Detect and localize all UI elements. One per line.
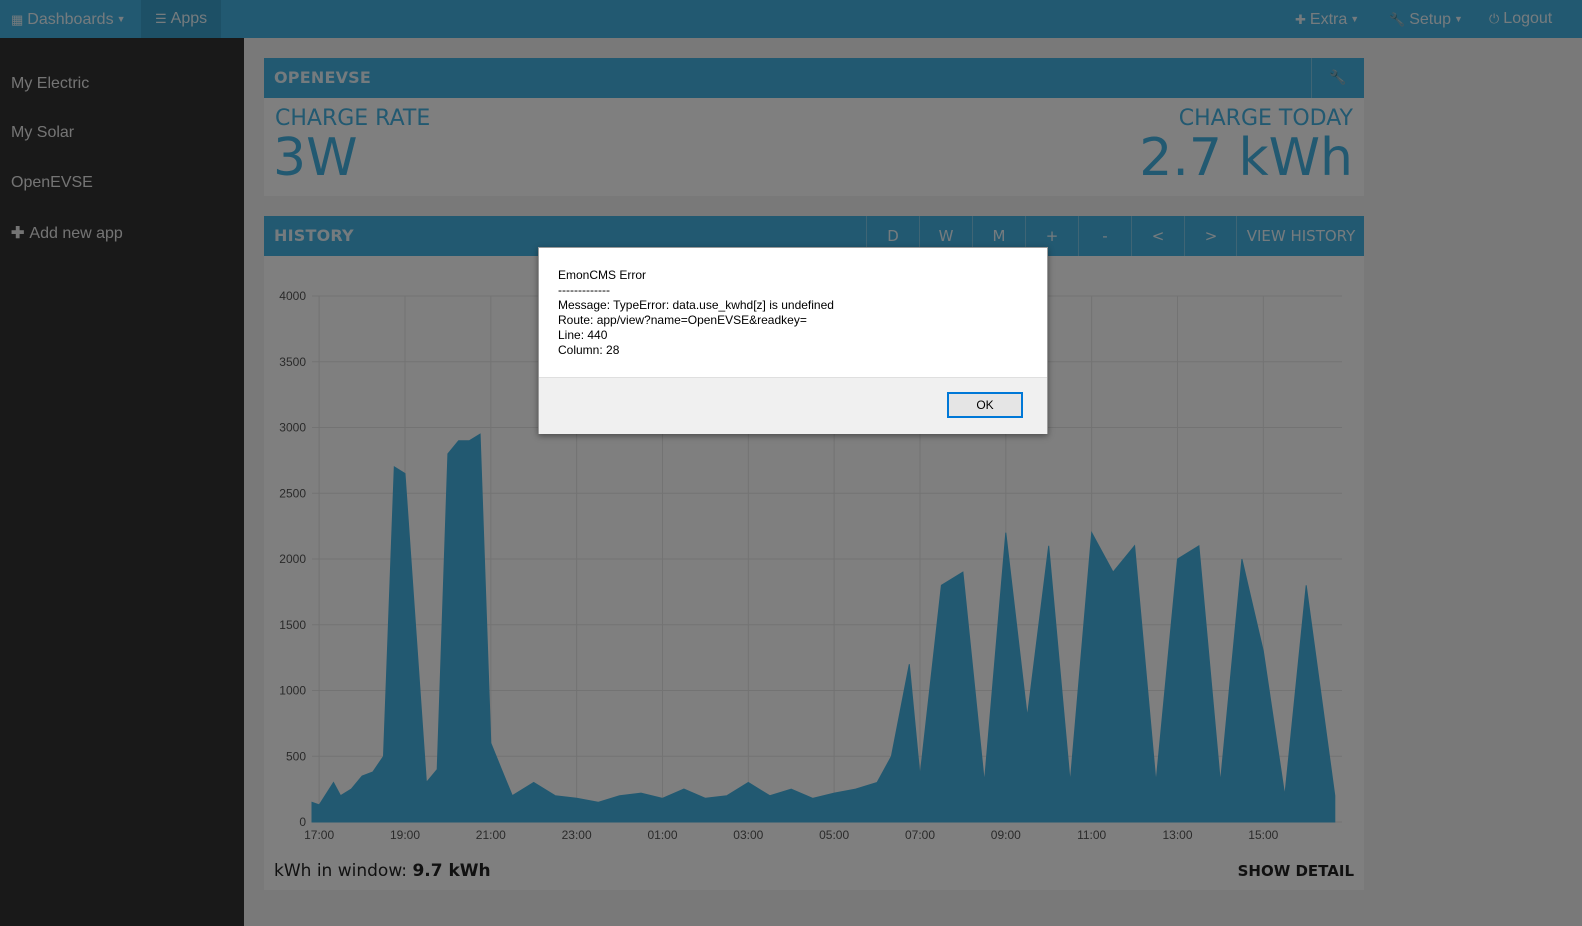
error-title: EmonCMS Error [558,268,647,282]
error-dialog: EmonCMS Error ------------- Message: Typ… [538,247,1048,434]
error-line: Line: 440 [558,328,608,342]
modal-overlay [0,0,1582,926]
error-message: Message: TypeError: data.use_kwhd[z] is … [558,298,834,312]
error-dialog-body: EmonCMS Error ------------- Message: Typ… [558,268,834,358]
error-route: Route: app/view?name=OpenEVSE&readkey= [558,313,807,327]
error-separator: ------------- [558,283,610,297]
ok-button[interactable]: OK [947,392,1023,418]
error-dialog-footer: OK [539,377,1047,434]
error-column: Column: 28 [558,343,620,357]
